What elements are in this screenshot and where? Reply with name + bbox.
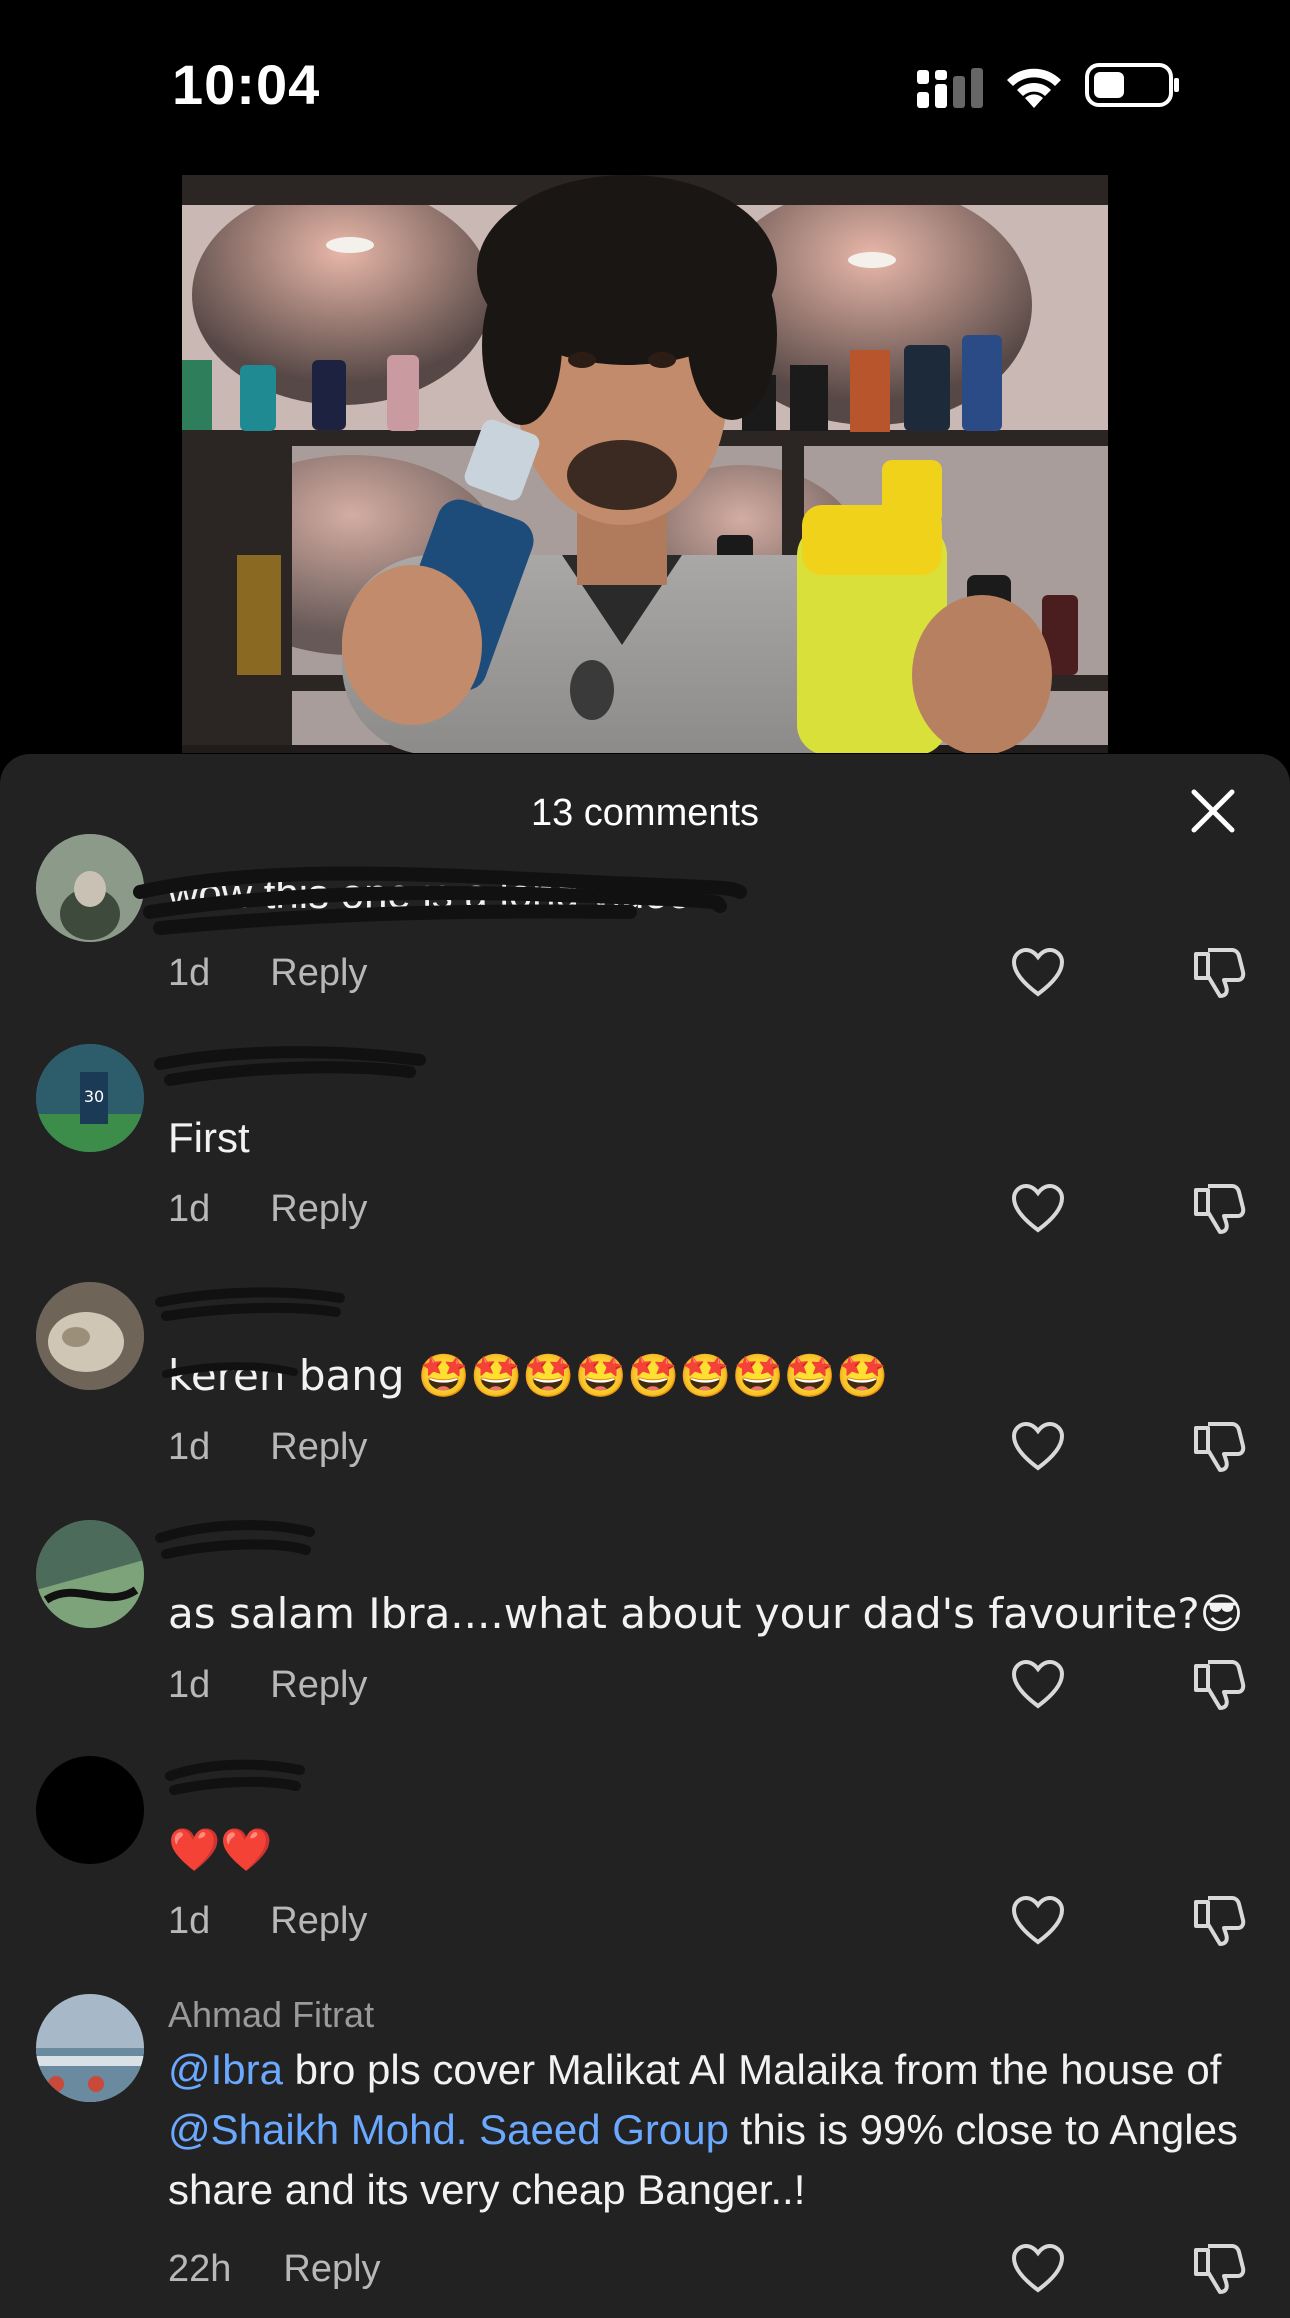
comment-text: keren bang 🤩🤩🤩🤩🤩🤩🤩🤩🤩: [168, 1351, 889, 1400]
comment-item: wow this one is a long video 1d Reply: [0, 834, 1290, 1024]
comment-meta: 1d Reply: [168, 1664, 367, 1707]
mention-link[interactable]: @Shaikh Mohd. Saeed Group: [168, 2106, 729, 2153]
heart-icon[interactable]: [1011, 1660, 1065, 1710]
comment-age: 22h: [168, 2248, 232, 2290]
comment-meta: 1d Reply: [168, 1188, 367, 1231]
heart-icon[interactable]: [1011, 948, 1065, 998]
comment-text: as salam Ibra....what about your dad's f…: [168, 1589, 1244, 1638]
comments-sheet: 13 comments wow this one is a long video…: [0, 754, 1290, 2318]
dislike-icon[interactable]: [1192, 946, 1246, 1000]
reply-button[interactable]: Reply: [270, 1664, 367, 1706]
video-frame-image: [182, 175, 1108, 753]
heart-icon[interactable]: [1011, 1422, 1065, 1472]
comment-text: ❤️❤️: [168, 1825, 273, 1874]
battery-icon: [1085, 63, 1179, 107]
dislike-icon[interactable]: [1192, 1420, 1246, 1474]
comment-meta: 22h Reply: [168, 2248, 381, 2291]
avatar[interactable]: [36, 834, 144, 942]
comment-item: ❤️❤️ 1d Reply: [0, 1756, 1290, 1976]
comment-age: 1d: [168, 1900, 211, 1942]
dislike-icon[interactable]: [1192, 1894, 1246, 1948]
comment-text: First: [168, 1114, 250, 1161]
comment-age: 1d: [168, 1426, 211, 1468]
redaction-scribble: [155, 1520, 315, 1559]
screen: 10:04 13 comments wow this one is a long…: [0, 0, 1290, 2318]
cellular-signal-icon: [917, 68, 983, 108]
redaction-scribble: [165, 1759, 305, 1795]
redaction-scribble: [155, 1287, 345, 1321]
comment-text: wow this one is a long video: [168, 870, 691, 917]
comment-username[interactable]: Ahmad Fitrat: [168, 1994, 374, 2036]
reply-button[interactable]: Reply: [270, 1900, 367, 1942]
redaction-scribble: [154, 1046, 426, 1086]
comment-text: @Ibra bro pls cover Malikat Al Malaika f…: [168, 2046, 1238, 2213]
dislike-icon[interactable]: [1192, 1182, 1246, 1236]
heart-icon[interactable]: [1011, 1896, 1065, 1946]
wifi-icon: [1007, 68, 1061, 108]
comment-meta: 1d Reply: [168, 1900, 367, 1943]
avatar[interactable]: [36, 1282, 144, 1390]
comment-item: Ahmad Fitrat @Ibra bro pls cover Malikat…: [0, 1994, 1290, 2318]
comment-meta: 1d Reply: [168, 1426, 367, 1469]
reply-button[interactable]: Reply: [270, 952, 367, 994]
comment-item: as salam Ibra....what about your dad's f…: [0, 1520, 1290, 1740]
avatar[interactable]: [36, 1994, 144, 2102]
dislike-icon[interactable]: [1192, 1658, 1246, 1712]
svg-text:30: 30: [84, 1087, 104, 1106]
comment-item: 30 First 1d Reply: [0, 1044, 1290, 1264]
status-time: 10:04: [172, 53, 321, 116]
mention-link[interactable]: @Ibra: [168, 2046, 283, 2093]
comments-count-title: 13 comments: [530, 792, 760, 834]
comment-age: 1d: [168, 1188, 211, 1230]
status-bar: 10:04: [0, 0, 1290, 170]
comment-item: keren bang 🤩🤩🤩🤩🤩🤩🤩🤩🤩 1d Reply: [0, 1282, 1290, 1502]
close-icon[interactable]: [1188, 786, 1238, 836]
reply-button[interactable]: Reply: [270, 1426, 367, 1468]
comments-header: 13 comments: [0, 754, 1290, 874]
avatar[interactable]: 30: [36, 1044, 144, 1152]
comment-age: 1d: [168, 952, 211, 994]
dislike-icon[interactable]: [1192, 2242, 1246, 2296]
avatar[interactable]: [36, 1756, 144, 1864]
heart-icon[interactable]: [1011, 2244, 1065, 2294]
comment-meta: 1d Reply: [168, 952, 367, 995]
reply-button[interactable]: Reply: [270, 1188, 367, 1230]
comment-age: 1d: [168, 1664, 211, 1706]
video-player[interactable]: [182, 175, 1108, 753]
heart-icon[interactable]: [1011, 1184, 1065, 1234]
reply-button[interactable]: Reply: [283, 2248, 380, 2290]
avatar[interactable]: [36, 1520, 144, 1628]
